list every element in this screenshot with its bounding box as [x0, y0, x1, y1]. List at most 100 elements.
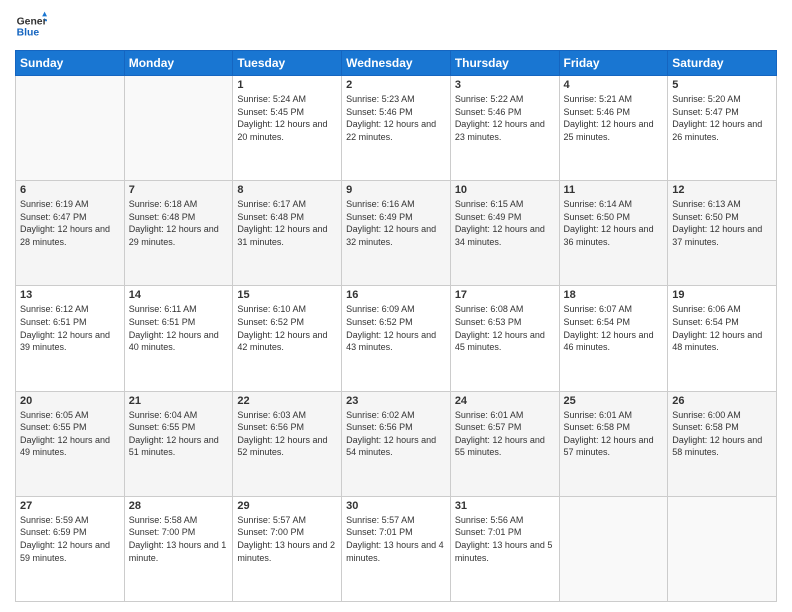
- day-cell: 14 Sunrise: 6:11 AMSunset: 6:51 PMDayligh…: [124, 286, 233, 391]
- day-number: 9: [346, 184, 446, 196]
- header: General Blue: [15, 10, 777, 42]
- day-number: 11: [564, 184, 664, 196]
- day-info: Sunrise: 6:02 AMSunset: 6:56 PMDaylight:…: [346, 409, 446, 459]
- day-number: 5: [672, 79, 772, 91]
- day-number: 10: [455, 184, 555, 196]
- day-info: Sunrise: 6:07 AMSunset: 6:54 PMDaylight:…: [564, 303, 664, 353]
- day-cell: 6 Sunrise: 6:19 AMSunset: 6:47 PMDaylight…: [16, 181, 125, 286]
- day-number: 12: [672, 184, 772, 196]
- day-info: Sunrise: 6:13 AMSunset: 6:50 PMDaylight:…: [672, 198, 772, 248]
- week-row-2: 6 Sunrise: 6:19 AMSunset: 6:47 PMDaylight…: [16, 181, 777, 286]
- week-row-3: 13 Sunrise: 6:12 AMSunset: 6:51 PMDayligh…: [16, 286, 777, 391]
- day-info: Sunrise: 6:01 AMSunset: 6:57 PMDaylight:…: [455, 409, 555, 459]
- day-info: Sunrise: 6:12 AMSunset: 6:51 PMDaylight:…: [20, 303, 120, 353]
- day-number: 30: [346, 500, 446, 512]
- day-number: 3: [455, 79, 555, 91]
- day-cell: 29 Sunrise: 5:57 AMSunset: 7:00 PMDayligh…: [233, 496, 342, 601]
- day-cell: 3 Sunrise: 5:22 AMSunset: 5:46 PMDaylight…: [450, 76, 559, 181]
- day-number: 7: [129, 184, 229, 196]
- day-number: 15: [237, 289, 337, 301]
- day-info: Sunrise: 6:11 AMSunset: 6:51 PMDaylight:…: [129, 303, 229, 353]
- day-cell: 22 Sunrise: 6:03 AMSunset: 6:56 PMDayligh…: [233, 391, 342, 496]
- day-info: Sunrise: 5:22 AMSunset: 5:46 PMDaylight:…: [455, 93, 555, 143]
- day-cell: 8 Sunrise: 6:17 AMSunset: 6:48 PMDaylight…: [233, 181, 342, 286]
- day-number: 1: [237, 79, 337, 91]
- day-cell: 11 Sunrise: 6:14 AMSunset: 6:50 PMDayligh…: [559, 181, 668, 286]
- day-info: Sunrise: 5:56 AMSunset: 7:01 PMDaylight:…: [455, 514, 555, 564]
- day-info: Sunrise: 6:16 AMSunset: 6:49 PMDaylight:…: [346, 198, 446, 248]
- day-info: Sunrise: 5:57 AMSunset: 7:00 PMDaylight:…: [237, 514, 337, 564]
- day-header-wednesday: Wednesday: [342, 51, 451, 76]
- day-cell: 5 Sunrise: 5:20 AMSunset: 5:47 PMDaylight…: [668, 76, 777, 181]
- day-cell: 21Sunrise: 6:04 AMSunset: 6:55 PMDayligh…: [124, 391, 233, 496]
- svg-text:Blue: Blue: [17, 28, 40, 39]
- day-cell: [124, 76, 233, 181]
- day-number: 18: [564, 289, 664, 301]
- week-row-4: 20 Sunrise: 6:05 AMSunset: 6:55 PMDayligh…: [16, 391, 777, 496]
- day-number: 14: [129, 289, 229, 301]
- day-number: 27: [20, 500, 120, 512]
- logo-icon: General Blue: [15, 10, 47, 42]
- day-header-thursday: Thursday: [450, 51, 559, 76]
- day-info: Sunrise: 5:57 AMSunset: 7:01 PMDaylight:…: [346, 514, 446, 564]
- day-header-tuesday: Tuesday: [233, 51, 342, 76]
- day-number: 19: [672, 289, 772, 301]
- day-number: 31: [455, 500, 555, 512]
- day-cell: 23 Sunrise: 6:02 AMSunset: 6:56 PMDayligh…: [342, 391, 451, 496]
- day-number: 6: [20, 184, 120, 196]
- day-info: Sunrise: 6:00 AMSunset: 6:58 PMDaylight:…: [672, 409, 772, 459]
- day-cell: 15 Sunrise: 6:10 AMSunset: 6:52 PMDayligh…: [233, 286, 342, 391]
- calendar-header-row: SundayMondayTuesdayWednesdayThursdayFrid…: [16, 51, 777, 76]
- day-number: 25: [564, 395, 664, 407]
- day-cell: 4Sunrise: 5:21 AMSunset: 5:46 PMDaylight…: [559, 76, 668, 181]
- day-info: Sunrise: 6:15 AMSunset: 6:49 PMDaylight:…: [455, 198, 555, 248]
- day-cell: 20 Sunrise: 6:05 AMSunset: 6:55 PMDayligh…: [16, 391, 125, 496]
- day-info: Sunrise: 6:14 AMSunset: 6:50 PMDaylight:…: [564, 198, 664, 248]
- page: General Blue SundayMondayTuesdayWednesda…: [0, 0, 792, 612]
- day-info: Sunrise: 6:01 AMSunset: 6:58 PMDaylight:…: [564, 409, 664, 459]
- day-number: 20: [20, 395, 120, 407]
- day-info: Sunrise: 5:21 AMSunset: 5:46 PMDaylight:…: [564, 93, 664, 143]
- day-cell: 24 Sunrise: 6:01 AMSunset: 6:57 PMDayligh…: [450, 391, 559, 496]
- day-info: Sunrise: 6:06 AMSunset: 6:54 PMDaylight:…: [672, 303, 772, 353]
- day-number: 29: [237, 500, 337, 512]
- day-number: 13: [20, 289, 120, 301]
- day-cell: 1 Sunrise: 5:24 AMSunset: 5:45 PMDaylight…: [233, 76, 342, 181]
- day-info: Sunrise: 6:10 AMSunset: 6:52 PMDaylight:…: [237, 303, 337, 353]
- day-info: Sunrise: 5:20 AMSunset: 5:47 PMDaylight:…: [672, 93, 772, 143]
- day-number: 22: [237, 395, 337, 407]
- day-cell: 25 Sunrise: 6:01 AMSunset: 6:58 PMDayligh…: [559, 391, 668, 496]
- week-row-5: 27Sunrise: 5:59 AMSunset: 6:59 PMDayligh…: [16, 496, 777, 601]
- day-number: 16: [346, 289, 446, 301]
- week-row-1: 1 Sunrise: 5:24 AMSunset: 5:45 PMDaylight…: [16, 76, 777, 181]
- day-info: Sunrise: 5:24 AMSunset: 5:45 PMDaylight:…: [237, 93, 337, 143]
- day-header-sunday: Sunday: [16, 51, 125, 76]
- day-cell: 31 Sunrise: 5:56 AMSunset: 7:01 PMDayligh…: [450, 496, 559, 601]
- svg-text:General: General: [17, 16, 47, 27]
- calendar-table: SundayMondayTuesdayWednesdayThursdayFrid…: [15, 50, 777, 602]
- day-cell: 13 Sunrise: 6:12 AMSunset: 6:51 PMDayligh…: [16, 286, 125, 391]
- day-cell: [559, 496, 668, 601]
- day-cell: 16 Sunrise: 6:09 AMSunset: 6:52 PMDayligh…: [342, 286, 451, 391]
- day-number: 23: [346, 395, 446, 407]
- day-header-monday: Monday: [124, 51, 233, 76]
- day-number: 8: [237, 184, 337, 196]
- day-cell: 2Sunrise: 5:23 AMSunset: 5:46 PMDaylight…: [342, 76, 451, 181]
- day-cell: 30 Sunrise: 5:57 AMSunset: 7:01 PMDayligh…: [342, 496, 451, 601]
- day-number: 21: [129, 395, 229, 407]
- day-info: Sunrise: 6:03 AMSunset: 6:56 PMDaylight:…: [237, 409, 337, 459]
- day-cell: 7 Sunrise: 6:18 AMSunset: 6:48 PMDaylight…: [124, 181, 233, 286]
- day-info: Sunrise: 6:19 AMSunset: 6:47 PMDaylight:…: [20, 198, 120, 248]
- day-number: 24: [455, 395, 555, 407]
- day-cell: 9 Sunrise: 6:16 AMSunset: 6:49 PMDaylight…: [342, 181, 451, 286]
- day-number: 26: [672, 395, 772, 407]
- day-info: Sunrise: 5:58 AMSunset: 7:00 PMDaylight:…: [129, 514, 229, 564]
- day-info: Sunrise: 6:17 AMSunset: 6:48 PMDaylight:…: [237, 198, 337, 248]
- day-header-friday: Friday: [559, 51, 668, 76]
- day-info: Sunrise: 6:09 AMSunset: 6:52 PMDaylight:…: [346, 303, 446, 353]
- day-cell: [16, 76, 125, 181]
- day-cell: 10 Sunrise: 6:15 AMSunset: 6:49 PMDayligh…: [450, 181, 559, 286]
- day-info: Sunrise: 6:05 AMSunset: 6:55 PMDaylight:…: [20, 409, 120, 459]
- day-cell: 19 Sunrise: 6:06 AMSunset: 6:54 PMDayligh…: [668, 286, 777, 391]
- day-info: Sunrise: 6:18 AMSunset: 6:48 PMDaylight:…: [129, 198, 229, 248]
